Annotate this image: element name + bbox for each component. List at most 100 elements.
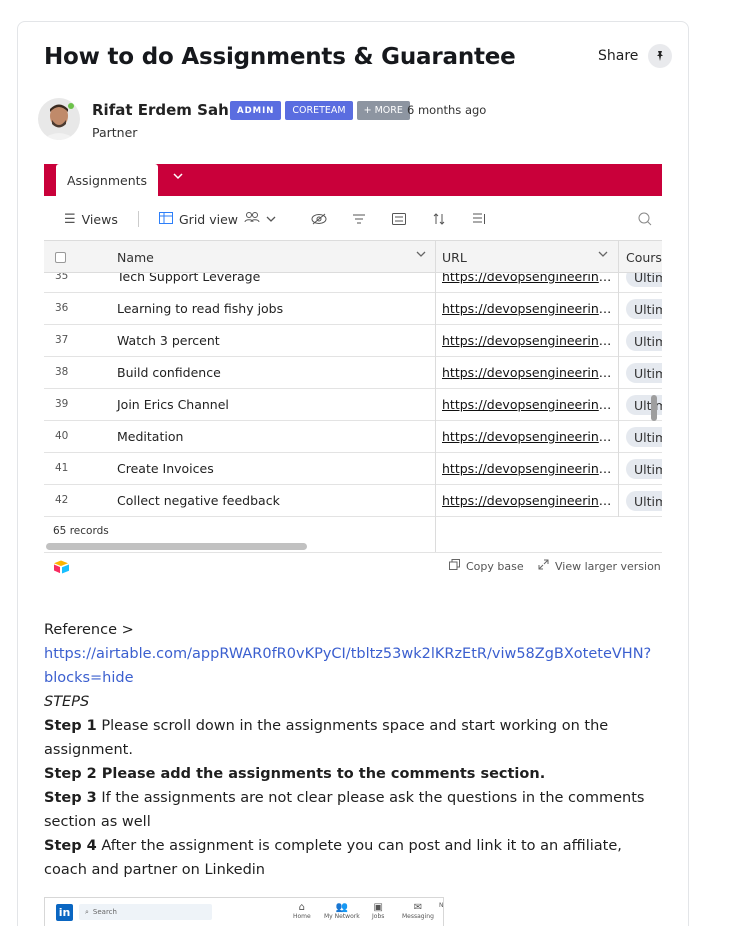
- row-course-tag: Ultim: [626, 299, 662, 319]
- row-number: 38: [55, 366, 69, 378]
- row-course-tag: Ultim: [626, 331, 662, 351]
- view-larger-button[interactable]: View larger version: [538, 559, 661, 573]
- linkedin-screenshot: in ⌕ Search ⌂ Home 👥 My Network ▣ Jobs ✉ Mes…: [44, 897, 444, 926]
- row-url-link[interactable]: https://devopsengineering...: [442, 273, 612, 284]
- column-header-course[interactable]: Course: [626, 250, 662, 265]
- chevron-down-icon[interactable]: [416, 249, 426, 262]
- table-row[interactable]: 42 Collect negative feedback https://dev…: [44, 485, 662, 517]
- hide-fields-icon[interactable]: [311, 208, 327, 230]
- row-number: 40: [55, 430, 69, 442]
- step-1-label: Step 1: [44, 718, 97, 734]
- linkedin-nav-home: ⌂ Home: [293, 902, 311, 920]
- author-name[interactable]: Rifat Erdem Sahin: [92, 101, 245, 119]
- step-4: Step 4 After the assignment is complete …: [44, 834, 659, 882]
- row-url-link[interactable]: https://devopsengineering...: [442, 397, 612, 412]
- tab-assignments[interactable]: Assignments: [56, 164, 158, 196]
- column-divider: [618, 241, 619, 517]
- row-course-tag: Ultim: [626, 491, 662, 511]
- coreteam-badge: CORETEAM: [285, 101, 353, 120]
- table-row[interactable]: 38 Build confidence https://devopsengine…: [44, 357, 662, 389]
- row-url-link[interactable]: https://devopsengineering...: [442, 493, 612, 508]
- row-name[interactable]: Join Erics Channel: [117, 397, 229, 412]
- pin-icon[interactable]: [648, 44, 673, 68]
- post-body: Reference > https://airtable.com/appRWAR…: [44, 618, 659, 882]
- row-course-tag: Ultim: [626, 427, 662, 447]
- row-url-link[interactable]: https://devopsengineering...: [442, 365, 612, 380]
- avatar[interactable]: [38, 98, 80, 140]
- column-header-url[interactable]: URL: [442, 250, 467, 265]
- message-icon: ✉: [413, 902, 423, 913]
- linkedin-search-placeholder: Search: [92, 908, 117, 916]
- share-button[interactable]: Share: [598, 48, 638, 64]
- table-row[interactable]: 37 Watch 3 percent https://devopsenginee…: [44, 325, 662, 357]
- steps-heading: STEPS: [44, 694, 90, 710]
- grid-view-label: Grid view: [179, 211, 238, 227]
- row-name[interactable]: Create Invoices: [117, 461, 214, 476]
- views-button[interactable]: ☰ Views: [64, 208, 118, 230]
- post-title: How to do Assignments & Guarantee: [44, 44, 516, 70]
- expand-icon: [538, 559, 549, 573]
- post-time: 6 months ago: [407, 103, 487, 117]
- reference-link[interactable]: https://airtable.com/appRWAR0fR0vKPyCI/t…: [44, 646, 651, 686]
- grid-header: Name URL Course: [44, 241, 662, 273]
- step-3-label: Step 3: [44, 790, 97, 806]
- linkedin-logo: in: [56, 904, 73, 921]
- row-course-tag: Ultim: [626, 363, 662, 383]
- grid-rows: 35 Tech Support Leverage https://devopse…: [44, 273, 662, 517]
- row-url-link[interactable]: https://devopsengineering...: [442, 461, 612, 476]
- row-name[interactable]: Build confidence: [117, 365, 221, 380]
- row-name[interactable]: Watch 3 percent: [117, 333, 220, 348]
- search-icon: ⌕: [85, 907, 89, 916]
- table-row[interactable]: 40 Meditation https://devopsengineering.…: [44, 421, 662, 453]
- row-number: 35: [55, 273, 69, 282]
- home-icon: ⌂: [298, 902, 306, 913]
- airtable-logo-icon[interactable]: [53, 560, 71, 574]
- row-number: 42: [55, 494, 69, 506]
- vertical-scrollbar[interactable]: [651, 395, 657, 421]
- search-icon[interactable]: [638, 208, 652, 230]
- linkedin-search: ⌕ Search: [79, 904, 212, 920]
- column-header-name[interactable]: Name: [117, 250, 154, 265]
- grid-view-button[interactable]: Grid view: [159, 208, 276, 230]
- reference-label: Reference >: [44, 622, 134, 638]
- step-1: Step 1 Please scroll down in the assignm…: [44, 714, 659, 762]
- step-2: Step 2 Please add the assignments to the…: [44, 766, 546, 782]
- horizontal-scrollbar[interactable]: [46, 543, 307, 550]
- row-number: 39: [55, 398, 69, 410]
- copy-base-button[interactable]: Copy base: [449, 559, 524, 573]
- step-4-label: Step 4: [44, 838, 97, 854]
- admin-badge: ADMIN: [230, 101, 282, 120]
- copy-icon: [449, 559, 460, 573]
- table-row[interactable]: 36 Learning to read fishy jobs https://d…: [44, 293, 662, 325]
- airtable-embed: Assignments ☰ Views Grid view Name URL C…: [44, 164, 662, 580]
- row-course-tag: Ultim: [626, 273, 662, 287]
- chevron-down-icon: [266, 212, 276, 227]
- row-url-link[interactable]: https://devopsengineering...: [442, 301, 612, 316]
- linkedin-nav-network: 👥 My Network: [324, 902, 360, 920]
- airtable-tabbar: Assignments: [44, 164, 662, 196]
- chevron-down-icon[interactable]: [172, 170, 184, 185]
- chevron-down-icon[interactable]: [598, 249, 608, 262]
- select-all-checkbox[interactable]: [55, 252, 66, 263]
- row-name[interactable]: Meditation: [117, 429, 183, 444]
- grid-icon: [159, 211, 173, 227]
- share-area: Share: [598, 44, 673, 68]
- linkedin-nav-messaging: ✉ Messaging: [402, 902, 434, 920]
- row-name[interactable]: Learning to read fishy jobs: [117, 301, 283, 316]
- table-row[interactable]: 35 Tech Support Leverage https://devopse…: [44, 273, 662, 293]
- toolbar-divider: [138, 211, 139, 227]
- table-row[interactable]: 39 Join Erics Channel https://devopsengi…: [44, 389, 662, 421]
- sort-icon[interactable]: [433, 208, 445, 230]
- group-icon[interactable]: [392, 208, 406, 230]
- row-height-icon[interactable]: [472, 208, 486, 230]
- step-4-text: After the assignment is complete you can…: [44, 838, 622, 878]
- table-row[interactable]: 41 Create Invoices https://devopsenginee…: [44, 453, 662, 485]
- filter-icon[interactable]: [352, 208, 366, 230]
- more-badges-button[interactable]: + MORE: [356, 101, 410, 120]
- step-3: Step 3 If the assignments are not clear …: [44, 786, 659, 834]
- row-url-link[interactable]: https://devopsengineering...: [442, 429, 612, 444]
- row-name[interactable]: Tech Support Leverage: [117, 273, 260, 284]
- row-name[interactable]: Collect negative feedback: [117, 493, 280, 508]
- row-url-link[interactable]: https://devopsengineering...: [442, 333, 612, 348]
- people-icon: [244, 211, 260, 227]
